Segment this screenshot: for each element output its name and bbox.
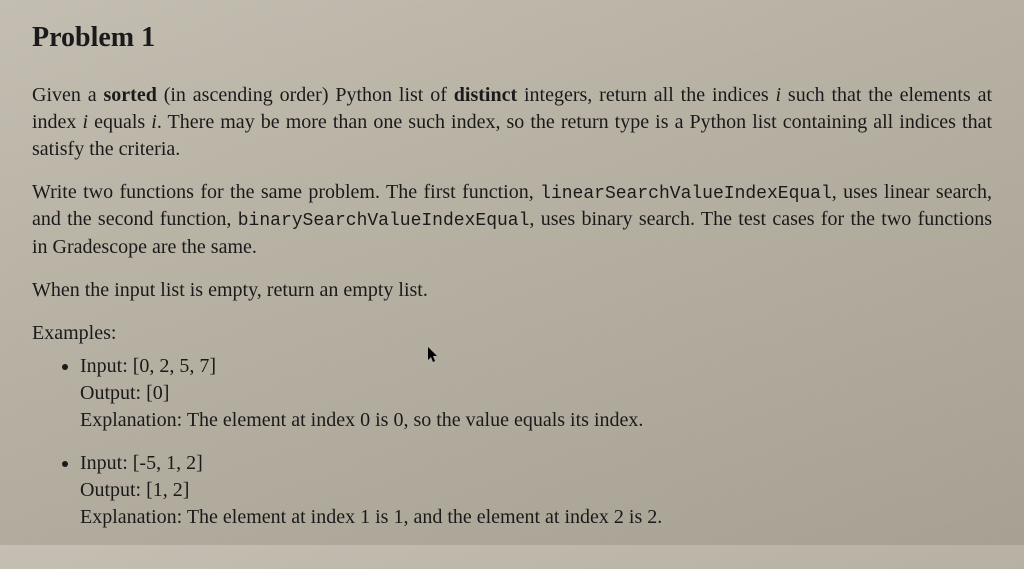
examples-label: Examples: (32, 320, 992, 347)
text: (in ascending order) Python list of (157, 84, 454, 106)
text: Given a (32, 84, 104, 106)
paragraph-3: When the input list is empty, return an … (32, 277, 992, 304)
code-fn-linear: linearSearchValueIndexEqual (540, 184, 832, 204)
bold-sorted: sorted (104, 84, 157, 106)
example-output: Output: [0] (80, 380, 992, 407)
example-input: Input: [-5, 1, 2] (80, 450, 992, 477)
bold-distinct: distinct (454, 84, 517, 106)
examples-list: Input: [0, 2, 5, 7] Output: [0] Explanat… (32, 353, 992, 531)
text: integers, return all the indices (517, 84, 775, 106)
example-item: Input: [-5, 1, 2] Output: [1, 2] Explana… (80, 450, 992, 531)
text: Write two functions for the same problem… (32, 181, 540, 203)
example-input: Input: [0, 2, 5, 7] (80, 353, 992, 380)
code-fn-binary: binarySearchValueIndexEqual (238, 211, 530, 231)
text: . There may be more than one such index,… (32, 111, 992, 160)
paragraph-2: Write two functions for the same problem… (32, 179, 992, 261)
problem-title: Problem 1 (32, 22, 992, 54)
paragraph-1: Given a sorted (in ascending order) Pyth… (32, 82, 992, 163)
text: equals (88, 111, 151, 133)
example-item: Input: [0, 2, 5, 7] Output: [0] Explanat… (80, 353, 992, 434)
example-explanation: Explanation: The element at index 1 is 1… (80, 504, 992, 531)
problem-page: Problem 1 Given a sorted (in ascending o… (0, 0, 1024, 569)
example-output: Output: [1, 2] (80, 477, 992, 504)
example-explanation: Explanation: The element at index 0 is 0… (80, 407, 992, 434)
